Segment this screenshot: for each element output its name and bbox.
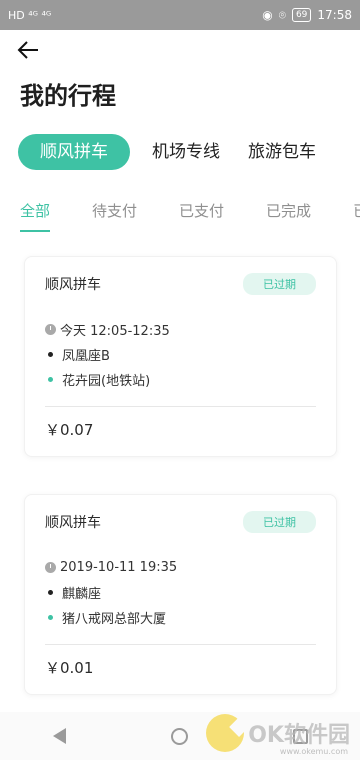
status-bar-right: ◉ ⌾ 69 17:58 xyxy=(262,8,352,23)
trip-destination-row: 猪八戒网总部大厦 xyxy=(45,605,316,630)
trip-card-header: 顺风拼车 已过期 xyxy=(25,495,336,535)
watermark-logo: OK软件园 www.okemu.com xyxy=(206,714,350,756)
category-tabs: 顺风拼车 机场专线 旅游包车 xyxy=(18,132,360,172)
trip-origin-row: 凤凰座B xyxy=(45,342,316,367)
page-title: 我的行程 xyxy=(20,82,116,110)
tab-tour-charter[interactable]: 旅游包车 xyxy=(234,134,330,170)
trip-details: 2019-10-11 19:35 麒麟座 猪八戒网总部大厦 xyxy=(25,535,336,630)
trip-time-row: 2019-10-11 19:35 xyxy=(45,555,316,580)
back-button[interactable] xyxy=(16,38,42,62)
trip-destination: 花卉园(地铁站) xyxy=(62,374,151,389)
trip-card[interactable]: 顺风拼车 已过期 今天 12:05-12:35 凤凰座B 花卉园(地铁站) ￥0… xyxy=(24,256,337,457)
trip-card[interactable]: 顺风拼车 已过期 2019-10-11 19:35 麒麟座 猪八戒网总部大厦 ￥… xyxy=(24,494,337,695)
arrow-left-icon xyxy=(17,41,38,59)
nav-home-icon[interactable] xyxy=(170,727,188,745)
signal-icons: HD ⁴ᴳ ⁴ᴳ xyxy=(8,8,52,22)
trip-origin-row: 麒麟座 xyxy=(45,580,316,605)
location-icon: ⌾ xyxy=(278,7,286,22)
trip-time: 今天 12:05-12:35 xyxy=(60,324,170,339)
clock-icon xyxy=(45,324,56,335)
trip-time: 2019-10-11 19:35 xyxy=(60,560,178,575)
trip-title: 顺风拼车 xyxy=(45,277,101,293)
trip-origin: 麒麟座 xyxy=(62,587,102,602)
watermark-url: www.okemu.com xyxy=(279,747,348,756)
tab-completed[interactable]: 已完成 xyxy=(266,200,311,232)
watermark-text: OK软件园 xyxy=(248,723,350,748)
tab-airport[interactable]: 机场专线 xyxy=(138,134,234,170)
trip-title: 顺风拼车 xyxy=(45,515,101,531)
destination-dot-icon xyxy=(48,377,53,382)
trip-card-header: 顺风拼车 已过期 xyxy=(25,257,336,297)
status-tabs: 全部 待支付 已支付 已完成 已 xyxy=(20,200,360,234)
status-bar: HD ⁴ᴳ ⁴ᴳ ◉ ⌾ 69 17:58 xyxy=(0,0,360,30)
tab-paid[interactable]: 已支付 xyxy=(179,200,224,232)
clock-icon xyxy=(45,562,56,573)
trip-details: 今天 12:05-12:35 凤凰座B 花卉园(地铁站) xyxy=(25,297,336,392)
tab-all[interactable]: 全部 xyxy=(20,200,51,232)
trip-price: ￥0.01 xyxy=(45,659,94,677)
trip-destination-row: 花卉园(地铁站) xyxy=(45,367,316,392)
battery-icon: 69 xyxy=(291,8,312,22)
tab-cancelled[interactable]: 已 xyxy=(353,200,360,232)
trip-destination: 猪八戒网总部大厦 xyxy=(62,612,167,627)
origin-dot-icon xyxy=(48,352,53,357)
status-badge: 已过期 xyxy=(243,273,316,295)
tab-carpool[interactable]: 顺风拼车 xyxy=(18,134,130,170)
status-badge: 已过期 xyxy=(243,511,316,533)
trip-origin: 凤凰座B xyxy=(62,349,110,364)
trip-time-row: 今天 12:05-12:35 xyxy=(45,317,316,342)
eye-icon: ◉ xyxy=(262,8,273,22)
origin-dot-icon xyxy=(48,590,53,595)
status-time: 17:58 xyxy=(317,8,352,22)
destination-dot-icon xyxy=(48,615,53,620)
tab-pending-payment[interactable]: 待支付 xyxy=(92,200,137,232)
status-bar-left: HD ⁴ᴳ ⁴ᴳ xyxy=(8,9,51,22)
nav-back-icon[interactable] xyxy=(52,728,66,744)
pacman-logo-icon xyxy=(206,714,245,752)
trip-price: ￥0.07 xyxy=(45,421,94,439)
